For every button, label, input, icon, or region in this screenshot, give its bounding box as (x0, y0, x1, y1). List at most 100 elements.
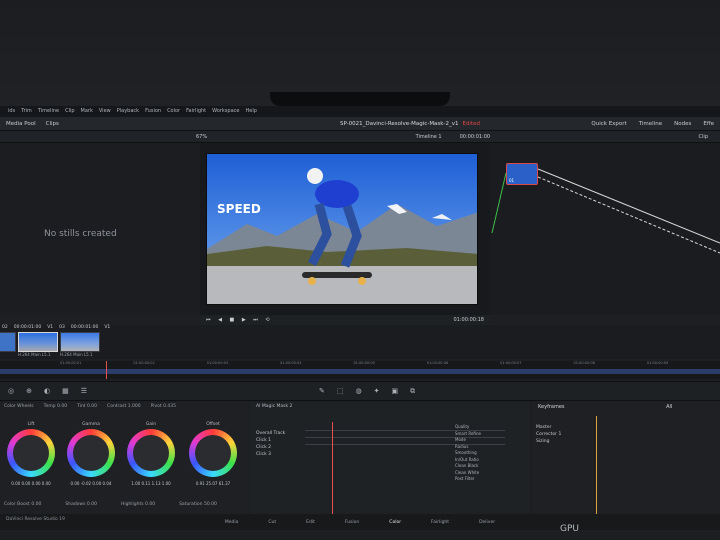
mask-playhead[interactable] (332, 422, 333, 514)
clip-thumbnail-2[interactable] (18, 332, 58, 352)
viewer-timecode: 01:00:00:18 (453, 317, 484, 323)
keyframe-playhead[interactable] (596, 416, 597, 514)
gain-wheel-group: Gain 1.00 0.11 1.13 1.00 (122, 422, 180, 486)
keyframes-panel: Keyframes All Master Corrector 1 Sizing (532, 402, 720, 514)
keyframe-track[interactable]: Sizing (536, 438, 561, 445)
video-frame-image (207, 154, 477, 304)
mini-timeline[interactable]: 01:00:00:01 01:00:00:02 01:00:00:03 01:0… (0, 361, 720, 379)
offset-wheel-group: Offset 0.91 25.07 61.37 (184, 422, 242, 486)
camera-notch (270, 92, 450, 106)
page-media[interactable]: Media (225, 520, 239, 525)
gpu-label: GPU (560, 524, 579, 534)
quick-export-button[interactable]: Quick Export (591, 121, 626, 127)
viewer-frame[interactable]: SPEED (206, 153, 478, 305)
project-title: SP-0021_Davinci-Resolve-Magic-Mask-2_v1 E… (340, 120, 480, 127)
clip-dropdown[interactable]: Clip (699, 134, 708, 140)
offset-wheel[interactable] (189, 429, 237, 477)
mini-timeline-track (0, 369, 720, 374)
tool-icon[interactable]: ⧉ (410, 387, 415, 396)
menu-item[interactable]: Fairlight (186, 108, 206, 115)
clip-thumbnail-3[interactable] (60, 332, 100, 352)
tool-icon[interactable]: ☰ (81, 387, 87, 395)
effects-button[interactable]: Effe (703, 121, 714, 127)
gamma-wheel-group: Gamma 0.00 -0.02 0.00 0.04 (62, 422, 120, 486)
lift-wheel[interactable] (7, 429, 55, 477)
menu-item[interactable]: Workspace (212, 108, 239, 115)
media-pool-button[interactable]: Media Pool (6, 121, 36, 127)
timecode-display: 00:00:01:00 (459, 133, 491, 140)
tool-icon[interactable]: ✦ (374, 387, 380, 395)
menu-item[interactable]: View (99, 108, 111, 115)
menu-item[interactable]: Color (167, 108, 180, 115)
viewer-panel: SPEED (200, 143, 490, 315)
page-navigation: Media Cut Edit Fusion Color Fairlight De… (0, 514, 720, 530)
tool-icon[interactable]: ▦ (62, 387, 69, 395)
main-area: No stills created SPEED ⏮ ◀ ■ ▶ ⏭ ⟲ 01:0… (0, 143, 720, 353)
gallery-empty-text: No stills created (44, 229, 117, 239)
resolve-screen: ids Trim Timeline Clip Mark View Playbac… (0, 106, 720, 540)
gain-wheel[interactable] (127, 429, 175, 477)
lift-wheel-group: Lift 0.00 0.00 0.00 0.00 (2, 422, 60, 486)
stroke-item[interactable]: Click 3 (256, 451, 285, 458)
clip-codec-label: H.264 Main L5.1 (18, 352, 51, 357)
keyframe-track[interactable]: Master (536, 424, 561, 431)
timeline-button[interactable]: Timeline (639, 121, 662, 127)
stroke-item[interactable]: Click 2 (256, 444, 285, 451)
menu-item[interactable]: Help (245, 108, 256, 115)
stroke-item[interactable]: Click 1 (256, 437, 285, 444)
keyframe-track[interactable]: Corrector 1 (536, 431, 561, 438)
mini-timeline-ruler: 01:00:00:01 01:00:00:02 01:00:00:03 01:0… (60, 361, 669, 365)
top-toolbar: Media Pool Clips SP-0021_Davinci-Resolve… (0, 117, 720, 131)
tool-icon[interactable]: ◐ (44, 387, 50, 395)
page-edit[interactable]: Edit (306, 520, 315, 525)
tool-icon[interactable]: ◎ (8, 387, 14, 395)
clips-strip: 02 00:00:01:00 V1 03 00:00:01:00 V1 H.26… (0, 325, 720, 359)
lower-panels: Color Wheels Temp 0.00 Tint 0.00 Contras… (0, 402, 720, 540)
menu-bar: ids Trim Timeline Clip Mark View Playbac… (0, 106, 720, 117)
clips-button[interactable]: Clips (46, 121, 59, 127)
tool-icon[interactable]: ✎ (319, 387, 325, 395)
menu-item[interactable]: Playback (117, 108, 139, 115)
palette-tools: ◎ ⊕ ◐ ▦ ☰ ✎ ⬚ ◍ ✦ ▣ ⧉ (0, 381, 720, 401)
menu-item[interactable]: Timeline (38, 108, 59, 115)
speed-overlay-text: SPEED (217, 202, 261, 216)
tool-icon[interactable]: ▣ (391, 387, 398, 395)
tool-icon[interactable]: ◍ (356, 387, 362, 395)
page-fusion[interactable]: Fusion (345, 520, 359, 525)
viewer-transport: ⏮ ◀ ■ ▶ ⏭ ⟲ 01:00:00:18 (200, 315, 490, 325)
node-01[interactable]: 01 (506, 163, 538, 185)
tool-icon[interactable]: ⬚ (337, 387, 344, 395)
magic-mask-title: AI Magic Mask 2 (256, 404, 293, 409)
menu-item[interactable]: Clip (65, 108, 74, 115)
gamma-wheel[interactable] (67, 429, 115, 477)
stroke-list: Overall Track Click 1 Click 2 Click 3 (256, 430, 285, 458)
color-wheels-panel: Color Wheels Temp 0.00 Tint 0.00 Contras… (0, 402, 248, 514)
keyframe-list: Master Corrector 1 Sizing (536, 424, 561, 445)
menu-item[interactable]: Trim (21, 108, 32, 115)
magic-mask-settings: Quality Smart Refine Mode Radius Smoothi… (455, 424, 481, 481)
monitor-bezel: ids Trim Timeline Clip Mark View Playbac… (0, 0, 720, 540)
page-fairlight[interactable]: Fairlight (431, 520, 449, 525)
keyframes-title: Keyframes (538, 404, 565, 410)
edited-badge: Edited (462, 120, 480, 127)
overall-track-label: Overall Track (256, 431, 286, 436)
nodes-button[interactable]: Nodes (674, 121, 691, 127)
gallery-panel: No stills created (0, 143, 200, 313)
page-cut[interactable]: Cut (268, 520, 276, 525)
transport-controls[interactable]: ⏮ ◀ ■ ▶ ⏭ ⟲ (206, 317, 273, 323)
clip-thumbnail-1[interactable] (0, 332, 16, 352)
playhead[interactable] (106, 361, 107, 379)
zoom-dropdown[interactable]: 67% (196, 134, 207, 140)
keyframes-filter[interactable]: All (666, 404, 672, 410)
menu-item[interactable]: ids (8, 108, 15, 115)
clip-codec-label: H.264 Main L5.1 (60, 352, 93, 357)
viewer-toolbar: 67% Timeline 1 00:00:01:00 Clip (0, 131, 720, 143)
menu-item[interactable]: Mark (81, 108, 93, 115)
app-name-label: DaVinci Resolve Studio 19 (6, 517, 65, 522)
tool-icon[interactable]: ⊕ (26, 387, 32, 395)
menu-item[interactable]: Fusion (145, 108, 161, 115)
timeline-selector[interactable]: Timeline 1 (416, 134, 442, 140)
page-color[interactable]: Color (389, 520, 401, 525)
node-editor: 01 (490, 143, 720, 315)
page-deliver[interactable]: Deliver (479, 520, 495, 525)
